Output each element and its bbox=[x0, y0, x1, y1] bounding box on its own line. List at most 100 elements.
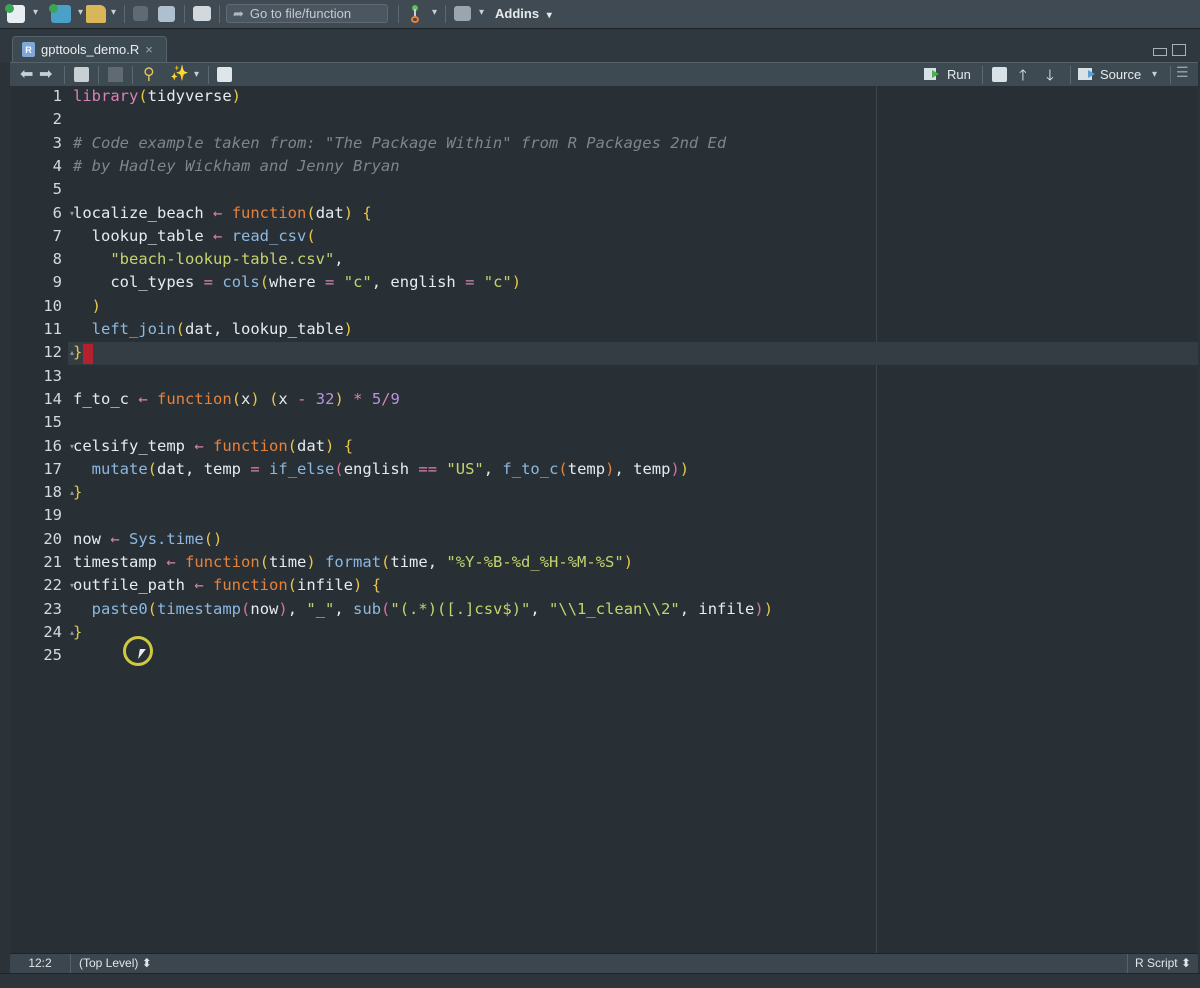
outline-icon[interactable]: ☰ bbox=[1176, 64, 1189, 81]
cursor-position: 12:2 bbox=[10, 954, 71, 973]
line-number: 14 bbox=[43, 389, 62, 408]
code-line[interactable]: paste0(timestamp(now), "_", sub("(.*)([.… bbox=[73, 598, 773, 621]
line-number: 7 bbox=[52, 226, 62, 245]
code-line[interactable]: # Code example taken from: "The Package … bbox=[73, 132, 726, 155]
fold-toggle-icon[interactable]: ▾ bbox=[70, 574, 74, 597]
line-number: 22 bbox=[43, 576, 62, 595]
line-number: 12 bbox=[43, 343, 62, 362]
line-number: 15 bbox=[43, 413, 62, 432]
fold-toggle-icon[interactable]: ▴ bbox=[70, 341, 74, 364]
line-number: 5 bbox=[52, 180, 62, 199]
open-caret-icon[interactable]: ▾ bbox=[111, 7, 116, 18]
code-line[interactable]: celsify_temp ← function(dat) { bbox=[73, 435, 353, 458]
source-tab-strip: R gpttools_demo.R × bbox=[0, 29, 1200, 62]
compile-report-icon[interactable] bbox=[217, 67, 232, 82]
code-line[interactable]: timestamp ← function(time) format(time, … bbox=[73, 551, 633, 574]
lower-pane-strip bbox=[0, 973, 1200, 988]
new-file-caret-icon[interactable]: ▾ bbox=[33, 7, 38, 18]
code-line[interactable]: localize_beach ← function(dat) { bbox=[73, 202, 372, 225]
code-line[interactable]: now ← Sys.time() bbox=[73, 528, 222, 551]
code-editor[interactable]: 1 2 3 4 5 6 7 8 9 10 11 12 13 14 15 16 17 18 19 20 21 22 23 24 2… bbox=[10, 86, 1198, 953]
source-arrow-icon bbox=[1088, 70, 1095, 78]
wand-icon[interactable]: ✨ bbox=[170, 64, 189, 82]
find-icon[interactable]: ⚲ bbox=[143, 64, 155, 84]
toolbar-divider bbox=[64, 66, 65, 84]
grid-icon[interactable] bbox=[454, 6, 471, 21]
code-line[interactable]: } bbox=[73, 341, 82, 364]
source-button[interactable]: Source ▾ bbox=[1078, 63, 1166, 86]
back-icon[interactable]: ⬅ bbox=[20, 64, 33, 84]
close-tab-icon[interactable]: × bbox=[145, 42, 153, 57]
forward-icon[interactable]: ➡ bbox=[39, 64, 52, 84]
code-line[interactable]: ) bbox=[73, 295, 101, 318]
new-project-caret-icon[interactable]: ▾ bbox=[78, 7, 83, 18]
file-type-selector[interactable]: R Script ⬍ bbox=[1127, 954, 1198, 973]
addins-menu[interactable]: Addins ▾ bbox=[495, 6, 552, 21]
fold-toggle-icon[interactable]: ▴ bbox=[70, 481, 74, 504]
active-line-highlight bbox=[68, 342, 1198, 365]
line-number: 2 bbox=[52, 110, 62, 129]
line-number: 24 bbox=[43, 622, 62, 641]
save-icon[interactable] bbox=[108, 67, 123, 82]
line-number: 23 bbox=[43, 599, 62, 618]
line-number: 4 bbox=[52, 156, 62, 175]
scope-selector[interactable]: (Top Level) ⬍ bbox=[79, 954, 152, 973]
rerun-icon[interactable] bbox=[992, 67, 1007, 82]
git-caret-icon[interactable]: ▾ bbox=[432, 7, 437, 18]
save-icon[interactable] bbox=[133, 6, 148, 21]
main-toolbar: ▾ ▾ ▾ ➦ Go to file/function ▾ ▾ Addins ▾ bbox=[0, 0, 1200, 29]
line-number: 18 bbox=[43, 483, 62, 502]
code-line[interactable]: lookup_table ← read_csv( bbox=[73, 225, 316, 248]
code-line[interactable]: col_types = cols(where = "c", english = … bbox=[73, 271, 521, 294]
toolbar-divider bbox=[98, 66, 99, 84]
tab-gpttools-demo[interactable]: R gpttools_demo.R × bbox=[12, 36, 167, 62]
line-number: 10 bbox=[43, 296, 62, 315]
run-arrow-icon bbox=[932, 70, 939, 78]
git-icon[interactable] bbox=[408, 5, 422, 23]
run-button[interactable]: Run bbox=[924, 63, 974, 86]
open-folder-icon[interactable] bbox=[86, 5, 106, 23]
goto-file-function-input[interactable]: ➦ Go to file/function bbox=[226, 4, 388, 23]
minimize-pane-icon[interactable] bbox=[1153, 48, 1167, 56]
editor-status-bar: 12:2 (Top Level) ⬍ R Script ⬍ bbox=[10, 953, 1198, 973]
code-line[interactable]: f_to_c ← function(x) (x - 32) * 5/9 bbox=[73, 388, 400, 411]
grid-caret-icon[interactable]: ▾ bbox=[479, 7, 484, 18]
line-number: 19 bbox=[43, 506, 62, 525]
code-line[interactable]: mutate(dat, temp = if_else(english == "U… bbox=[73, 458, 689, 481]
source-caret-icon[interactable]: ▾ bbox=[1152, 69, 1157, 80]
source-label: Source bbox=[1100, 67, 1142, 82]
line-number: 13 bbox=[43, 366, 62, 385]
toolbar-divider bbox=[1070, 66, 1071, 84]
code-line[interactable]: "beach-lookup-table.csv", bbox=[73, 248, 343, 271]
fold-toggle-icon[interactable]: ▾ bbox=[70, 435, 74, 458]
toolbar-divider bbox=[184, 5, 185, 23]
print-icon[interactable] bbox=[193, 6, 211, 21]
code-line[interactable]: library(tidyverse) bbox=[73, 86, 241, 108]
code-line[interactable]: } bbox=[73, 621, 82, 644]
new-file-icon[interactable] bbox=[5, 4, 25, 23]
code-line[interactable]: outfile_path ← function(infile) { bbox=[73, 574, 381, 597]
code-line[interactable]: left_join(dat, lookup_table) bbox=[73, 318, 353, 341]
fold-toggle-icon[interactable]: ▴ bbox=[70, 621, 74, 644]
line-number: 20 bbox=[43, 529, 62, 548]
toolbar-divider bbox=[124, 5, 125, 23]
maximize-pane-icon[interactable] bbox=[1172, 44, 1186, 56]
line-number: 16 bbox=[43, 436, 62, 455]
line-number: 8 bbox=[52, 250, 62, 269]
wand-caret-icon[interactable]: ▾ bbox=[194, 69, 199, 80]
goto-placeholder: Go to file/function bbox=[249, 6, 352, 21]
r-file-icon: R bbox=[22, 42, 35, 57]
toolbar-divider bbox=[132, 66, 133, 84]
toolbar-divider bbox=[445, 5, 446, 23]
code-line[interactable]: } bbox=[73, 481, 82, 504]
tab-file-name: gpttools_demo.R bbox=[41, 42, 140, 57]
save-all-icon[interactable] bbox=[158, 6, 175, 22]
mouse-highlight-ring bbox=[123, 636, 153, 666]
line-number: 1 bbox=[52, 87, 62, 105]
code-line[interactable]: # by Hadley Wickham and Jenny Bryan bbox=[73, 155, 400, 178]
new-project-icon[interactable] bbox=[49, 4, 71, 23]
show-in-window-icon[interactable] bbox=[74, 67, 89, 82]
line-number: 21 bbox=[43, 553, 62, 571]
fold-toggle-icon[interactable]: ▾ bbox=[70, 202, 74, 225]
line-number: 3 bbox=[52, 133, 62, 152]
